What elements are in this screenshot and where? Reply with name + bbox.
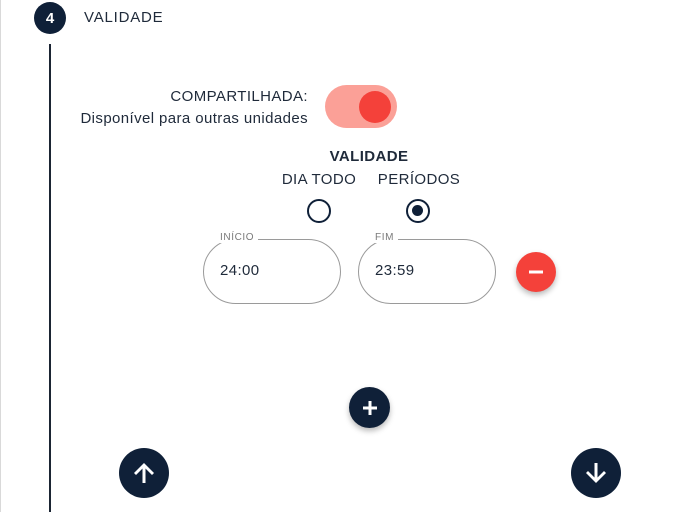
end-time-input[interactable] (375, 262, 475, 279)
plus-icon (362, 400, 377, 415)
start-time-field: INÍCIO (203, 232, 341, 304)
start-time-input[interactable] (220, 262, 320, 279)
radio-selected-dot (412, 205, 423, 216)
option-all-day-label: DIA TODO (281, 171, 357, 188)
remove-period-button[interactable] (516, 252, 556, 292)
shared-toggle[interactable] (325, 85, 397, 128)
step-connector-line (49, 44, 51, 512)
start-time-label: INÍCIO (216, 232, 259, 243)
step-panel: 4 VALIDADE COMPARTILHADA: Disponível par… (0, 0, 687, 512)
step-number-badge: 4 (34, 2, 66, 34)
add-period-button[interactable] (349, 387, 390, 428)
end-time-label: FIM (371, 232, 399, 243)
arrow-down-icon (586, 463, 606, 483)
move-down-button[interactable] (571, 448, 621, 498)
validity-title: VALIDADE (329, 148, 409, 165)
shared-label-description: Disponível para outras unidades (80, 110, 308, 127)
arrow-up-icon (134, 463, 154, 483)
option-periods-radio[interactable] (406, 199, 430, 223)
step-title: VALIDADE (84, 9, 164, 26)
option-all-day-radio[interactable] (307, 199, 331, 223)
end-time-field: FIM (358, 232, 496, 304)
move-up-button[interactable] (119, 448, 169, 498)
shared-label-title: COMPARTILHADA: (170, 88, 308, 105)
minus-icon (529, 270, 543, 274)
option-periods-label: PERÍODOS (377, 171, 461, 188)
shared-label: COMPARTILHADA: Disponível para outras un… (80, 86, 308, 130)
toggle-knob (359, 91, 391, 123)
